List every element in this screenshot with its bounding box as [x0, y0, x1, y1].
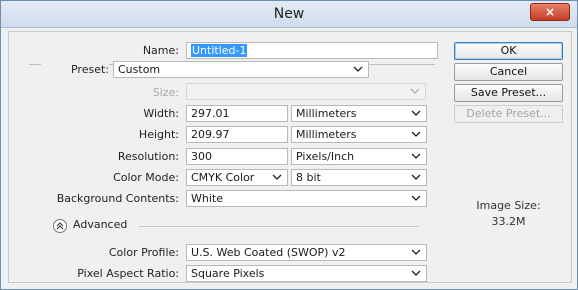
collapse-advanced-icon[interactable] — [53, 219, 67, 233]
chevron-down-icon — [411, 267, 421, 279]
preset-value: Custom — [118, 63, 161, 76]
resolution-field[interactable]: 300 — [186, 148, 288, 165]
preset-label: Preset: — [41, 63, 109, 76]
chevron-down-icon — [411, 150, 421, 162]
close-button[interactable]: × — [530, 3, 570, 21]
resolution-unit-value: Pixels/Inch — [296, 150, 355, 163]
name-label: Name: — [142, 44, 179, 57]
name-value: Untitled-1 — [191, 44, 248, 57]
width-unit-value: Millimeters — [296, 107, 357, 120]
chevron-down-icon — [411, 171, 421, 183]
cancel-button[interactable]: Cancel — [454, 63, 563, 81]
height-field[interactable]: 209.97 — [186, 126, 288, 143]
chevron-down-icon — [411, 107, 421, 119]
delete-preset-button: Delete Preset... — [454, 105, 563, 123]
height-unit-select[interactable]: Millimeters — [291, 126, 427, 143]
bit-depth-select[interactable]: 8 bit — [291, 169, 427, 186]
image-size-label: Image Size: — [476, 199, 541, 212]
ok-button[interactable]: OK — [454, 42, 563, 60]
new-document-dialog: New × Name: Untitled-1 Preset: Custom Si… — [0, 0, 578, 290]
advanced-label[interactable]: Advanced — [73, 218, 127, 231]
title-bar[interactable]: New × — [1, 1, 577, 28]
chevron-down-icon — [272, 171, 282, 183]
height-unit-value: Millimeters — [296, 128, 357, 141]
chevron-down-icon — [353, 63, 363, 75]
chevron-down-icon — [411, 192, 421, 204]
pixel-aspect-ratio-select[interactable]: Square Pixels — [186, 265, 427, 282]
bit-depth-value: 8 bit — [296, 171, 321, 184]
chevron-down-icon — [411, 128, 421, 140]
image-size-value: 33.2M — [491, 215, 526, 228]
width-field[interactable]: 297.01 — [186, 105, 288, 122]
name-field[interactable]: Untitled-1 — [186, 42, 438, 59]
preset-select[interactable]: Custom — [113, 61, 369, 78]
save-preset-button[interactable]: Save Preset... — [454, 84, 563, 102]
resolution-unit-select[interactable]: Pixels/Inch — [291, 148, 427, 165]
chevron-down-icon — [410, 85, 420, 97]
background-contents-label: Background Contents: — [56, 192, 179, 205]
color-mode-value: CMYK Color — [191, 171, 255, 184]
advanced-divider — [139, 226, 419, 227]
chevron-down-icon — [411, 246, 421, 258]
color-profile-label: Color Profile: — [108, 246, 179, 259]
width-label: Width: — [143, 107, 179, 120]
dialog-title: New — [273, 6, 305, 22]
color-profile-select[interactable]: U.S. Web Coated (SWOP) v2 — [186, 244, 427, 261]
pixel-aspect-ratio-value: Square Pixels — [191, 267, 265, 280]
size-label: Size: — [152, 86, 179, 99]
width-unit-select[interactable]: Millimeters — [291, 105, 427, 122]
background-contents-select[interactable]: White — [186, 190, 427, 207]
resolution-label: Resolution: — [117, 150, 179, 163]
color-mode-select[interactable]: CMYK Color — [186, 169, 288, 186]
color-mode-label: Color Mode: — [113, 171, 179, 184]
background-contents-value: White — [191, 192, 223, 205]
pixel-aspect-ratio-label: Pixel Aspect Ratio: — [77, 267, 179, 280]
size-select — [186, 83, 426, 100]
color-profile-value: U.S. Web Coated (SWOP) v2 — [191, 246, 346, 259]
height-label: Height: — [138, 128, 179, 141]
